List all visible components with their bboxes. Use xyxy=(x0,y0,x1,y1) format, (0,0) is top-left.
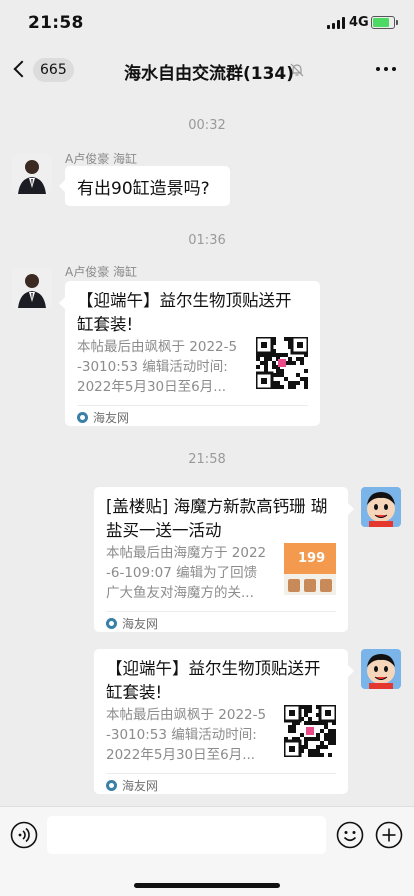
home-indicator xyxy=(134,883,280,888)
avatar[interactable] xyxy=(12,154,52,194)
source-logo-icon xyxy=(106,618,117,629)
more-dots-icon[interactable] xyxy=(376,67,396,71)
card-divider xyxy=(106,773,336,774)
network-type: 4G xyxy=(349,15,369,30)
source-name: 海友网 xyxy=(122,779,159,793)
status-time: 21:58 xyxy=(28,13,84,33)
card-desc-line: 广大鱼友对海魔方的关... xyxy=(106,585,254,601)
unread-count-badge[interactable]: 665 xyxy=(33,58,74,82)
emoji-icon[interactable] xyxy=(336,821,364,849)
message-timestamp: 00:32 xyxy=(188,118,226,133)
status-bar: 21:58 4G xyxy=(0,0,414,48)
avatar[interactable] xyxy=(361,649,401,689)
chevron-left-icon[interactable] xyxy=(13,60,31,78)
sender-name: A卢俊豪 海缸 xyxy=(65,265,138,279)
voice-icon[interactable] xyxy=(10,821,38,849)
card-description: 本帖最后由飒枫于 2022-5 -3010:53 编辑活动时间: 2022年5月… xyxy=(77,337,252,397)
card-source: 海友网 xyxy=(77,409,129,426)
bell-off-icon xyxy=(290,63,304,77)
card-title-line: 【迎端午】益尔生物顶贴送开 xyxy=(106,659,321,678)
card-description: 本帖最后由海魔方于 2022 -6-109:07 编辑为了回馈 广大鱼友对海魔方… xyxy=(106,543,281,603)
card-desc-line: 本帖最后由飒枫于 2022-5 xyxy=(106,707,267,723)
card-desc-line: 2022年5月30日至6月... xyxy=(106,747,256,763)
link-card[interactable]: 【迎端午】益尔生物顶贴送开 缸套装! 本帖最后由飒枫于 2022-5 -3010… xyxy=(59,281,320,426)
card-desc-line: 本帖最后由飒枫于 2022-5 xyxy=(77,339,238,355)
source-logo-icon xyxy=(106,780,117,791)
card-title: [盖楼贴] 海魔方新款高钙珊 瑚 盐买一送一活动 xyxy=(106,495,327,543)
source-name: 海友网 xyxy=(93,411,130,425)
chat-title: 海水自由交流群(134) xyxy=(124,64,295,84)
card-title-line: 盐买一送一活动 xyxy=(106,521,222,540)
card-title-line: 缸套装! xyxy=(106,683,163,702)
card-title-line: 【迎端午】益尔生物顶贴送开 xyxy=(77,291,292,310)
avatar[interactable] xyxy=(361,487,401,527)
card-divider xyxy=(77,405,308,406)
card-title-line: [盖楼贴] 海魔方新款高钙珊 瑚 xyxy=(106,497,328,516)
message-input[interactable] xyxy=(47,816,326,854)
card-desc-line: 本帖最后由海魔方于 2022 xyxy=(106,545,267,561)
message-bubble[interactable]: 有出90缸造景吗? xyxy=(59,166,230,206)
card-desc-line: -3010:53 编辑活动时间: xyxy=(106,727,257,743)
card-source: 海友网 xyxy=(106,777,158,794)
signal-icon xyxy=(327,17,345,29)
thumbnail-price: 199 xyxy=(298,551,326,566)
battery-icon xyxy=(371,16,398,29)
link-card[interactable]: [盖楼贴] 海魔方新款高钙珊 瑚 盐买一送一活动 本帖最后由海魔方于 2022 … xyxy=(94,487,354,632)
nav-bar: 665 海水自由交流群(134) xyxy=(0,48,414,94)
card-desc-line: 2022年5月30日至6月... xyxy=(77,379,227,395)
sender-name: A卢俊豪 海缸 xyxy=(65,152,138,166)
message-text: 有出90缸造景吗? xyxy=(77,179,210,199)
qr-code-thumbnail xyxy=(284,705,336,757)
message-timestamp: 21:58 xyxy=(188,452,226,467)
link-card[interactable]: 【迎端午】益尔生物顶贴送开 缸套装! 本帖最后由飒枫于 2022-5 -3010… xyxy=(94,649,354,794)
card-title-line: 缸套装! xyxy=(77,315,134,334)
avatar[interactable] xyxy=(12,268,52,308)
source-name: 海友网 xyxy=(122,617,159,631)
message-timestamp: 01:36 xyxy=(188,233,226,248)
plus-icon[interactable] xyxy=(375,821,403,849)
card-desc-line: -6-109:07 编辑为了回馈 xyxy=(106,565,258,581)
card-title: 【迎端午】益尔生物顶贴送开 缸套装! xyxy=(106,657,321,705)
card-title: 【迎端午】益尔生物顶贴送开 缸套装! xyxy=(77,289,292,337)
qr-code-thumbnail xyxy=(256,337,308,389)
input-bar xyxy=(0,806,414,896)
product-thumbnail: 199 xyxy=(284,543,336,595)
card-divider xyxy=(106,611,336,612)
card-source: 海友网 xyxy=(106,615,158,632)
source-logo-icon xyxy=(77,412,88,423)
card-desc-line: -3010:53 编辑活动时间: xyxy=(77,359,228,375)
card-description: 本帖最后由飒枫于 2022-5 -3010:53 编辑活动时间: 2022年5月… xyxy=(106,705,281,765)
